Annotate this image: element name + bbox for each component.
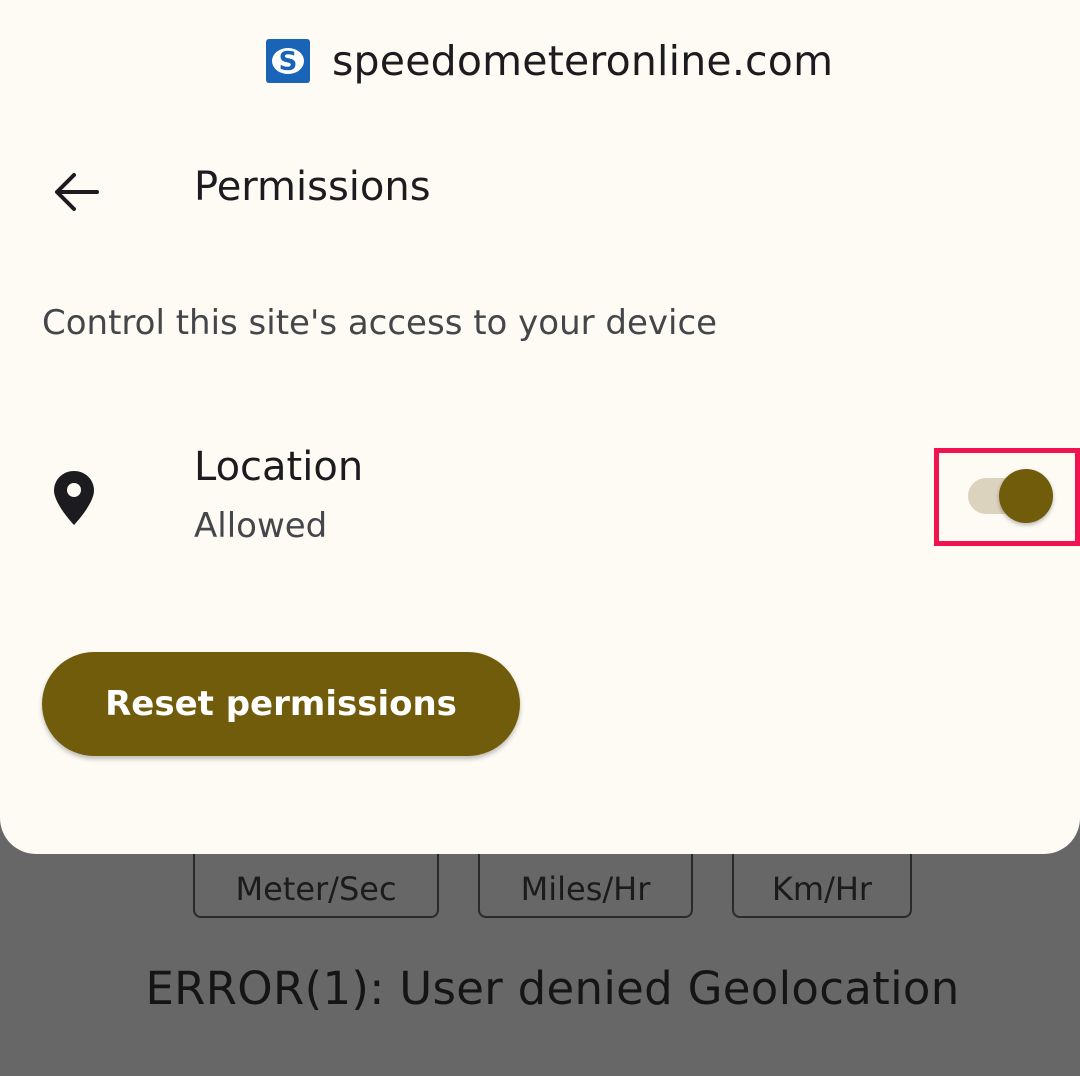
permission-row-location[interactable]: Location Allowed <box>0 430 1080 570</box>
back-button[interactable] <box>40 160 112 224</box>
location-pin-icon <box>54 471 94 525</box>
miles-per-hr-button[interactable]: Miles/Hr <box>478 846 693 918</box>
reset-permissions-button[interactable]: Reset permissions <box>42 652 520 756</box>
page-title: Permissions <box>194 164 431 210</box>
site-domain: speedometeronline.com <box>332 37 834 85</box>
meter-per-sec-button[interactable]: Meter/Sec <box>193 846 439 918</box>
geolocation-error-text: ERROR(1): User denied Geolocation <box>145 962 960 1015</box>
arrow-back-icon <box>55 173 99 211</box>
favicon-letter: S <box>279 47 298 77</box>
km-per-hr-button[interactable]: Km/Hr <box>732 846 912 918</box>
permissions-description: Control this site's access to your devic… <box>42 303 718 343</box>
toggle-knob <box>999 469 1053 523</box>
permissions-sheet: S speedometeronline.com Permissions Cont… <box>0 0 1080 854</box>
permission-title: Location <box>194 444 364 490</box>
site-header: S speedometeronline.com <box>266 36 833 86</box>
site-favicon-icon: S <box>266 39 310 83</box>
location-toggle-switch[interactable] <box>968 469 1053 523</box>
favicon-s-icon: S <box>272 47 304 77</box>
permission-status: Allowed <box>194 506 328 546</box>
